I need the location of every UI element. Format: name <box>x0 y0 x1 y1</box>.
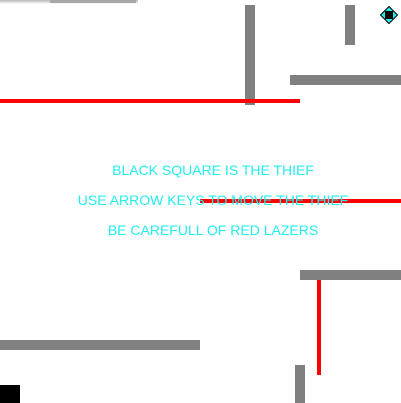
wall-upper-right-horizontal <box>290 75 401 85</box>
instruction-line-2: USE ARROW KEYS TO MOVE THE THIEF <box>77 192 349 208</box>
wall-lower-left-horizontal <box>0 340 200 350</box>
top-edge-shadow-dark <box>50 0 136 3</box>
laser-lower-vertical <box>317 280 321 375</box>
wall-bottom-vertical <box>295 365 305 403</box>
wall-top-right-vertical <box>345 5 355 45</box>
laser-upper-horizontal <box>0 99 300 103</box>
game-board[interactable]: BLACK SQUARE IS THE THIEF USE ARROW KEYS… <box>0 0 401 403</box>
instruction-line-1: BLACK SQUARE IS THE THIEF <box>112 162 314 178</box>
instruction-line-3: BE CAREFULL OF RED LAZERS <box>107 222 319 238</box>
diamond-target-icon <box>380 6 398 24</box>
thief-black-square[interactable] <box>0 385 20 403</box>
wall-lower-right-horizontal <box>300 270 401 280</box>
wall-top-vertical <box>245 5 255 105</box>
